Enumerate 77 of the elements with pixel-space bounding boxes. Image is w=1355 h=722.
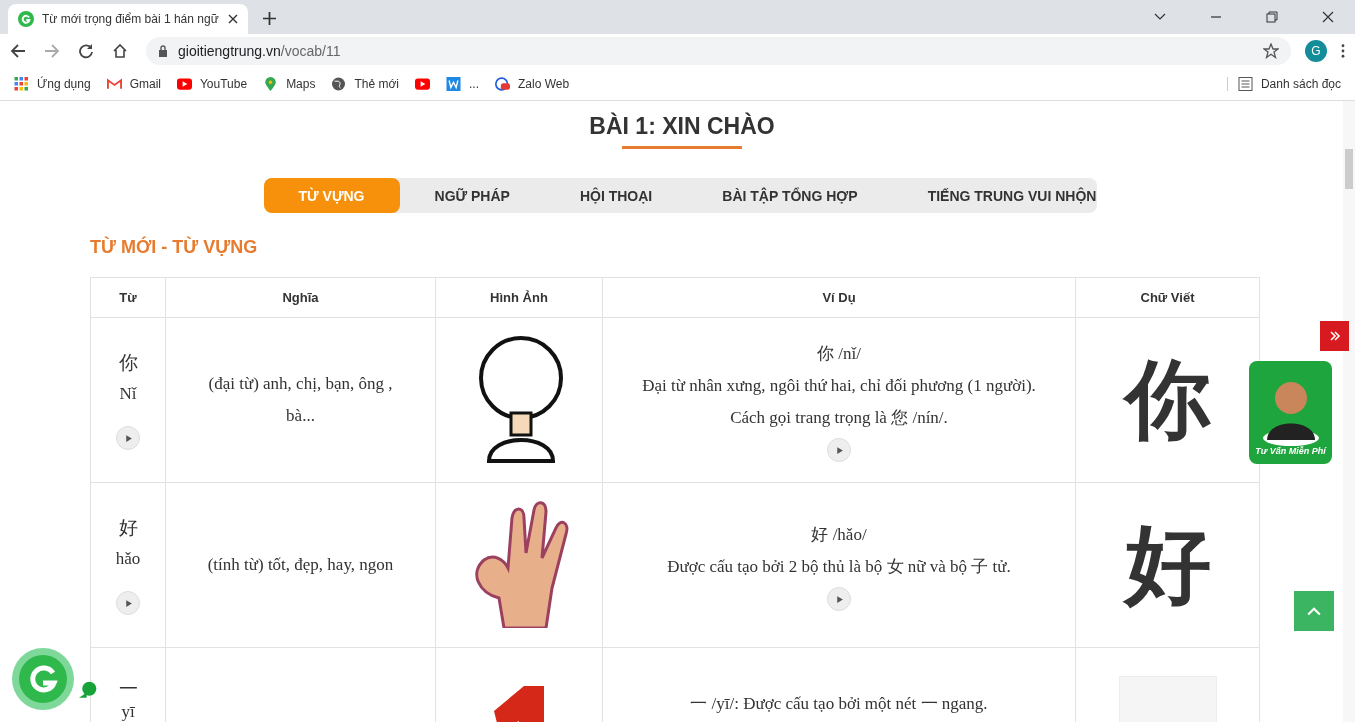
pinyin-text: yī — [120, 702, 136, 722]
play-icon — [123, 433, 133, 443]
bookmark-item[interactable] — [415, 77, 430, 91]
consultation-label: Tư Vấn Miễn Phí — [1255, 446, 1326, 456]
column-header: Ví Dụ — [602, 277, 1076, 318]
video-play-icon — [176, 77, 192, 91]
lock-icon — [158, 45, 168, 57]
lesson-tab[interactable]: HỘI THOẠI — [544, 178, 688, 213]
pinyin-text: hǎo — [114, 549, 142, 569]
lesson-title: BÀI 1: XIN CHÀO — [588, 113, 776, 140]
example-text: Cách gọi trang trọng là 您 /nín/. — [729, 407, 949, 429]
column-header: Nghĩa — [165, 277, 436, 318]
globe-icon — [331, 77, 347, 91]
section-heading: TỪ MỚI - TỪ VỰNG — [90, 237, 259, 258]
star-icon[interactable] — [1263, 43, 1279, 59]
bookmark-item[interactable]: Zalo Web — [495, 77, 570, 91]
bookmark-item[interactable]: Ứng dụng — [14, 77, 91, 91]
double-chevron-icon — [1328, 330, 1341, 342]
chinese-word: 一 — [117, 676, 139, 701]
chinese-word: 好 — [117, 515, 139, 540]
reading-list-button[interactable]: Danh sách đọc — [1226, 77, 1341, 91]
video-play-icon — [415, 77, 430, 91]
mail-icon — [106, 77, 122, 91]
browser-tab[interactable]: Từ mới trọng điểm bài 1 hán ngữ — [8, 4, 248, 34]
back-icon[interactable] — [10, 43, 26, 59]
column-header: Chữ Viết — [1075, 277, 1260, 318]
list-icon — [1237, 77, 1253, 91]
lesson-tab[interactable]: BÀI TẬP TỔNG HỢP — [687, 178, 893, 213]
pinyin-text: Nǐ — [118, 384, 138, 404]
bookmark-item[interactable]: Gmail — [106, 77, 161, 91]
chevron-up-icon — [1307, 606, 1321, 616]
url-text: gioitiengtrung.vn/vocab/11 — [178, 43, 341, 59]
play-button[interactable] — [116, 426, 140, 450]
chat-bubble-icon — [495, 77, 511, 91]
play-button[interactable] — [827, 587, 851, 611]
play-icon — [123, 598, 133, 608]
column-header: Từ — [90, 277, 166, 318]
bookmark-item[interactable]: Thẻ mới — [331, 77, 399, 91]
home-icon[interactable] — [112, 43, 128, 59]
example-text: 一 /yī/: Được cấu tạo bởi một nét 一 ngang. — [689, 693, 989, 715]
new-tab-icon[interactable] — [263, 12, 276, 25]
play-button[interactable] — [827, 438, 851, 462]
scrollbar-thumb[interactable] — [1345, 149, 1353, 189]
close-icon[interactable] — [228, 14, 238, 24]
column-header: Hình Ảnh — [435, 277, 603, 318]
scrollbar[interactable] — [1343, 101, 1355, 722]
bookmark-item[interactable]: Maps — [263, 77, 316, 91]
play-icon — [834, 445, 844, 455]
map-pin-icon — [263, 77, 279, 91]
profile-avatar[interactable]: G — [1305, 40, 1327, 62]
play-icon — [834, 594, 844, 604]
document-icon — [446, 77, 461, 91]
example-heading: 你 /nǐ/ — [816, 343, 862, 365]
tab-title: Từ mới trọng điểm bài 1 hán ngữ — [42, 12, 220, 26]
address-field[interactable]: gioitiengtrung.vn/vocab/11 — [146, 37, 1291, 65]
reload-icon[interactable] — [78, 43, 94, 59]
example-text: Được cấu tạo bởi 2 bộ thủ là bộ 女 nữ và bộ 子 tử. — [666, 556, 1012, 578]
bookmark-item[interactable]: YouTube — [176, 77, 248, 91]
site-logo-icon — [18, 11, 34, 27]
expand-button[interactable] — [1320, 321, 1349, 351]
restore-icon[interactable] — [1266, 11, 1278, 23]
menu-icon[interactable] — [1341, 44, 1345, 58]
chinese-word: 你 — [117, 350, 139, 375]
example-heading: 好 /hǎo/ — [810, 524, 868, 546]
site-logo-icon[interactable] — [11, 647, 75, 711]
stroke-character: 你 — [1124, 348, 1211, 449]
stroke-character: 好 — [1124, 513, 1211, 614]
close-icon[interactable] — [1322, 11, 1334, 23]
lesson-tab[interactable]: TIẾNG TRUNG VUI NHỘN — [892, 178, 1132, 213]
play-button[interactable] — [116, 591, 140, 615]
chat-dot-icon — [79, 681, 97, 699]
meaning-text: (đại từ) anh, chị, bạn, ông , bà... — [207, 373, 394, 427]
bookmark-item[interactable]: ... — [446, 77, 480, 91]
example-text: Đại từ nhân xưng, ngôi thứ hai, chỉ đối phương (1 người). — [641, 375, 1037, 397]
meaning-text: (tính từ) tốt, đẹp, hay, ngon — [206, 554, 395, 576]
apps-grid-icon — [14, 77, 29, 91]
lesson-tab[interactable]: NGỮ PHÁP — [399, 178, 545, 213]
